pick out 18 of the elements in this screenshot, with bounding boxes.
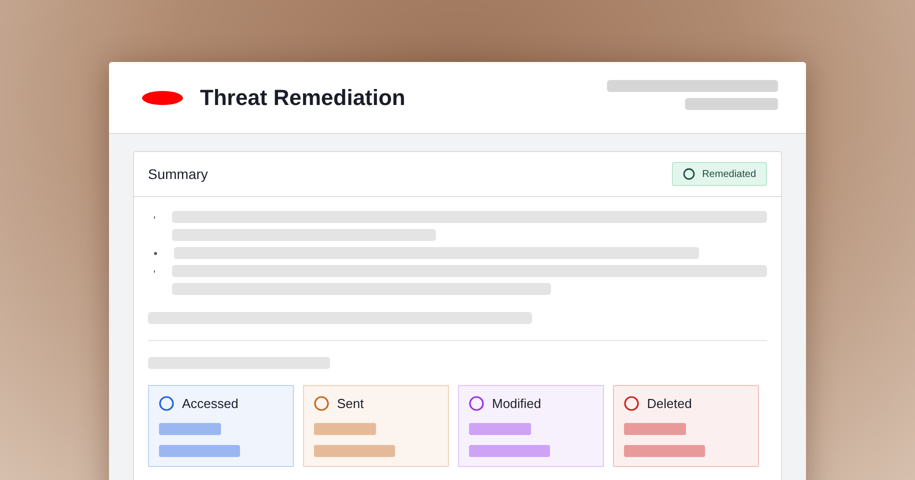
bullet-icon [154, 252, 157, 255]
text-placeholder [469, 423, 531, 435]
category-label: Sent [337, 396, 364, 411]
category-label: Deleted [647, 396, 692, 411]
category-label: Accessed [182, 396, 238, 411]
category-label: Modified [492, 396, 542, 411]
window-title: Threat Remediation [200, 84, 406, 110]
circle-icon [314, 396, 329, 411]
circle-icon [159, 396, 174, 411]
text-placeholder [159, 423, 221, 435]
status-badge: Remediated [672, 162, 767, 186]
text-placeholder [624, 423, 686, 435]
circle-icon [469, 396, 484, 411]
status-icon [683, 168, 696, 180]
circle-icon [624, 396, 639, 411]
logo-icon [142, 90, 183, 104]
text-placeholder [314, 423, 376, 435]
card-title: Summary [148, 166, 208, 182]
